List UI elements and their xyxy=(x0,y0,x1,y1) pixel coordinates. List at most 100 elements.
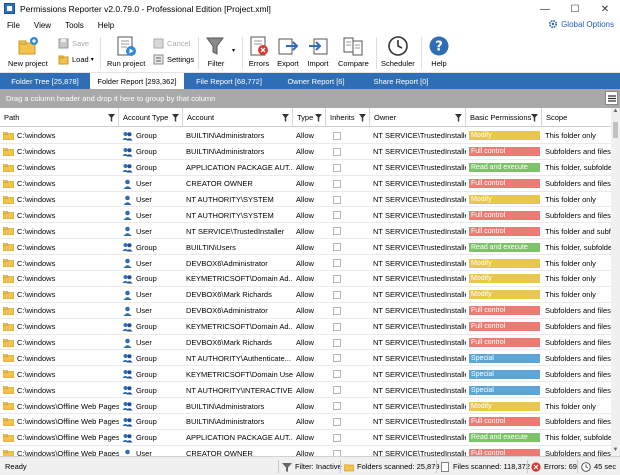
cell-inherits xyxy=(326,430,370,446)
table-row[interactable]: C:\windows Group KEYMETRICSOFT\Domain User… xyxy=(0,366,620,383)
menu-tools[interactable]: Tools xyxy=(58,21,91,30)
col-header-path[interactable]: Path xyxy=(0,108,119,127)
status-errors[interactable]: Errors: 69 xyxy=(527,460,580,473)
save-button[interactable]: Save xyxy=(58,38,89,49)
table-row[interactable]: C:\windows User DEVBOX6\Administrator Allow… xyxy=(0,303,620,319)
minimize-button[interactable]: — xyxy=(530,0,560,18)
group-by-panel[interactable]: Drag a column header and drop it here to… xyxy=(0,89,620,108)
permission-badge: Read and execute xyxy=(469,163,540,173)
cell-path: C:\windows xyxy=(0,160,119,176)
col-header-basic-permissions[interactable]: Basic Permissions xyxy=(466,108,542,127)
table-row[interactable]: C:\windows Group APPLICATION PACKAGE AUT..… xyxy=(0,160,620,176)
table-row[interactable]: C:\windows User DEVBOX6\Mark Richards Allow… xyxy=(0,287,620,303)
column-filter-icon[interactable] xyxy=(108,114,115,122)
table-row[interactable]: C:\windows User DEVBOX6\Mark Richards Allow… xyxy=(0,335,620,351)
tab-folder-tree[interactable]: Folder Tree [25,878] xyxy=(0,73,90,89)
file-icon xyxy=(441,461,449,472)
table-row[interactable]: C:\windows\Offline Web Pages Group APPLICA… xyxy=(0,430,620,446)
column-filter-icon[interactable] xyxy=(315,114,322,122)
global-options-link[interactable]: Global Options xyxy=(548,19,614,29)
cell-inherits xyxy=(326,160,370,176)
scroll-down-icon[interactable]: ▼ xyxy=(611,447,620,456)
cancel-button[interactable]: Cancel xyxy=(153,38,190,49)
clock-icon xyxy=(388,36,408,56)
cell-owner: NT SERVICE\TrustedInstaller xyxy=(373,131,466,141)
cell-path: C:\windows xyxy=(0,366,119,382)
cell-type: Allow xyxy=(296,131,314,141)
tab-folder-report[interactable]: Folder Report [293,362] xyxy=(90,73,184,89)
cell-scope: This folder, subfolde xyxy=(545,163,611,173)
user-icon xyxy=(125,449,130,455)
table-row[interactable]: C:\windows Group NT AUTHORITY\INTERACTIVE A… xyxy=(0,382,620,399)
table-row[interactable]: C:\windows\Offline Web Pages Group BUILTIN… xyxy=(0,414,620,430)
table-row[interactable]: C:\windows Group KEYMETRICSOFT\Domain Ad..… xyxy=(0,271,620,287)
col-header-account-type[interactable]: Account Type xyxy=(119,108,183,127)
table-row[interactable]: C:\windows Group KEYMETRICSOFT\Domain Ad..… xyxy=(0,319,620,335)
col-header-type[interactable]: Type xyxy=(293,108,326,127)
tab-file-report[interactable]: File Report [68,772] xyxy=(184,73,274,89)
filter-button[interactable]: Filter xyxy=(205,35,227,68)
toolbar-separator xyxy=(198,37,199,69)
table-row[interactable]: C:\windows User DEVBOX6\Administrator Allow… xyxy=(0,255,620,272)
cell-owner: NT SERVICE\TrustedInstaller xyxy=(373,163,466,173)
group-icon xyxy=(122,386,133,395)
close-button[interactable]: ✕ xyxy=(590,0,620,18)
col-header-scope[interactable]: Scope xyxy=(542,108,611,127)
chevron-down-icon[interactable]: ▾ xyxy=(232,47,235,54)
settings-button[interactable]: Settings xyxy=(153,54,194,65)
filter-icon xyxy=(206,37,224,55)
column-filter-icon[interactable] xyxy=(359,114,366,122)
import-button[interactable]: Import xyxy=(307,35,329,68)
cell-inherits xyxy=(326,128,370,144)
table-row[interactable]: C:\windows User NT AUTHORITY\SYSTEM Allow NT… xyxy=(0,192,620,208)
cell-basic-permissions: Modify xyxy=(466,287,542,303)
export-button[interactable]: Export xyxy=(277,35,299,68)
scroll-thumb[interactable] xyxy=(613,122,618,138)
column-chooser-button[interactable] xyxy=(605,91,618,105)
column-filter-icon[interactable] xyxy=(455,114,462,122)
user-icon xyxy=(123,258,132,269)
menu-help[interactable]: Help xyxy=(91,21,121,30)
help-button[interactable]: ? Help xyxy=(428,35,450,68)
load-button[interactable]: Load ▾ xyxy=(58,54,94,65)
compare-button[interactable]: Compare xyxy=(338,35,369,68)
cell-path: C:\windows xyxy=(0,176,119,192)
vertical-scrollbar[interactable]: ▲ ▼ xyxy=(611,108,620,456)
errors-button[interactable]: Errors xyxy=(248,35,270,68)
maximize-button[interactable]: ☐ xyxy=(560,0,590,18)
new-project-button[interactable]: New project xyxy=(8,35,48,68)
run-project-button[interactable]: Run project xyxy=(107,35,145,68)
table-row[interactable]: C:\windows Group NT AUTHORITY\Authenticate… xyxy=(0,350,620,367)
scroll-up-icon[interactable]: ▲ xyxy=(611,108,620,117)
column-filter-icon[interactable] xyxy=(172,114,179,122)
tab-share-report[interactable]: Share Report [0] xyxy=(358,73,444,89)
cell-inherits xyxy=(326,398,370,414)
menu-file[interactable]: File xyxy=(0,21,27,30)
cell-account-type: User xyxy=(119,176,183,192)
table-row[interactable]: C:\windows User NT SERVICE\TrustedInstalle… xyxy=(0,223,620,240)
folder-icon xyxy=(3,195,14,204)
table-row[interactable]: C:\windows User CREATOR OWNER Allow NT SERVI… xyxy=(0,176,620,192)
cell-account-type: Group xyxy=(119,128,183,144)
folder-icon xyxy=(3,354,14,363)
table-row[interactable]: C:\windows\Offline Web Pages Group BUILTIN… xyxy=(0,398,620,415)
table-row[interactable]: C:\windows User NT AUTHORITY\SYSTEM Allow NT… xyxy=(0,207,620,224)
menu-view[interactable]: View xyxy=(27,21,58,30)
cell-type: Allow xyxy=(296,274,314,284)
column-filter-icon[interactable] xyxy=(282,114,289,122)
table-row[interactable]: C:\windows Group BUILTIN\Administrators All… xyxy=(0,144,620,160)
scheduler-button[interactable]: Scheduler xyxy=(381,35,415,68)
permission-badge: Modify xyxy=(469,131,540,141)
col-header-owner[interactable]: Owner xyxy=(370,108,466,127)
compare-label: Compare xyxy=(338,59,369,68)
table-row[interactable]: C:\windows Group BUILTIN\Administrators All… xyxy=(0,128,620,144)
cell-type: Allow xyxy=(296,449,314,456)
cell-basic-permissions: Read and execute xyxy=(466,160,542,176)
tab-owner-report[interactable]: Owner Report [6] xyxy=(274,73,358,89)
col-header-inherits[interactable]: Inherits xyxy=(326,108,370,127)
column-filter-icon[interactable] xyxy=(531,114,538,122)
table-row[interactable]: C:\windows Group BUILTIN\Users Allow NT SERV… xyxy=(0,239,620,256)
table-row[interactable]: C:\windows\Offline Web Pages User CREATOR … xyxy=(0,446,620,456)
col-header-account[interactable]: Account xyxy=(183,108,293,127)
cell-basic-permissions: Full control xyxy=(466,207,542,223)
